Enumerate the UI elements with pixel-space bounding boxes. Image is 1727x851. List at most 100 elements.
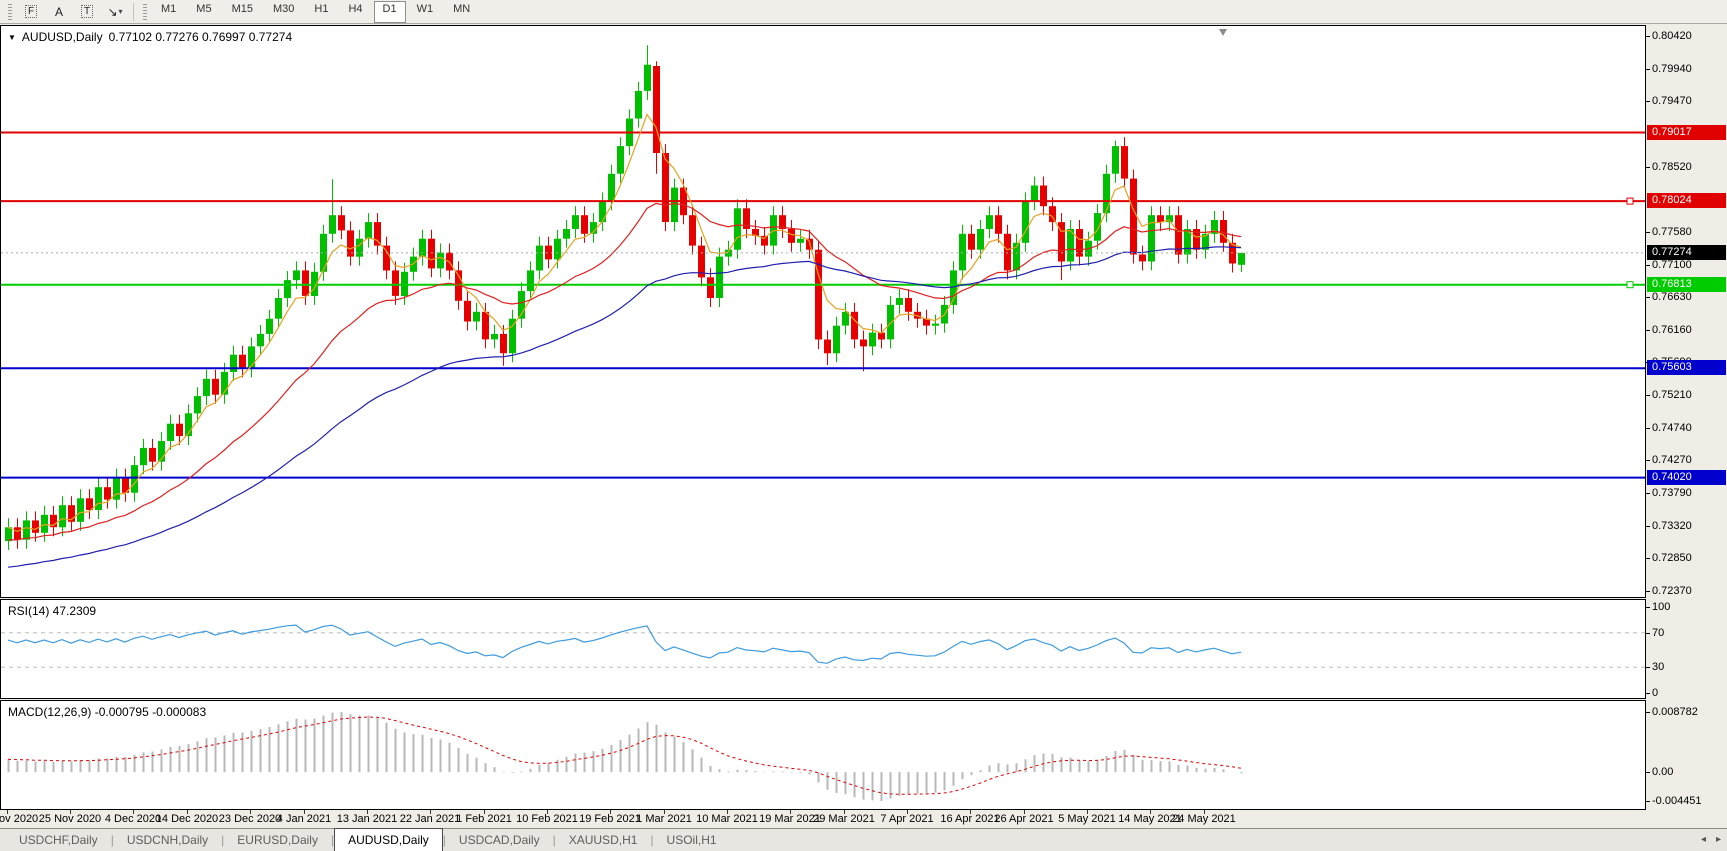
price-tick-mark — [1646, 558, 1650, 559]
rsi-tick-mark — [1646, 607, 1650, 608]
price-tick-label: 0.73320 — [1652, 520, 1692, 532]
rsi-indicator-pane[interactable]: RSI(14) 47.2309 — [0, 599, 1646, 699]
macd-tick-label: 0.00 — [1652, 766, 1674, 778]
chart-tab-usoil[interactable]: USOil,H1 — [654, 830, 730, 851]
price-tick-label: 0.72370 — [1652, 585, 1692, 597]
price-level-badge: 0.79017 — [1647, 125, 1726, 140]
timeframe-button-m5[interactable]: M5 — [187, 1, 220, 23]
chart-tab-eurusd[interactable]: EURUSD,Daily — [224, 830, 331, 851]
chart-menu-icon[interactable]: ▼ — [8, 33, 16, 42]
timeframe-button-h1[interactable]: H1 — [305, 1, 337, 23]
rsi-tick-label: 70 — [1652, 627, 1665, 639]
rsi-label: RSI(14) 47.2309 — [8, 604, 97, 618]
price-level-badge: 0.78024 — [1647, 193, 1726, 208]
price-tick-mark — [1646, 330, 1650, 331]
timeframe-button-h4[interactable]: H4 — [339, 1, 371, 23]
price-tick-mark — [1646, 101, 1650, 102]
moving-average-line — [7, 113, 1242, 533]
macd-tick-label: 0.008782 — [1652, 706, 1698, 718]
macd-tick-mark — [1646, 712, 1650, 713]
chart-tab-xauusd[interactable]: XAUUSD,H1 — [556, 830, 651, 851]
tab-scroll-right-icon[interactable]: ▸ — [1716, 834, 1721, 845]
text-annotation-button[interactable]: A — [45, 1, 73, 22]
chart-tab-audusd[interactable]: AUDUSD,Daily — [334, 828, 443, 851]
price-level-badge: 0.77274 — [1647, 245, 1726, 260]
macd-chart[interactable] — [1, 701, 1645, 809]
candles-layer — [5, 45, 1245, 550]
time-axis[interactable]: 16 Nov 202025 Nov 20204 Dec 202014 Dec 2… — [0, 810, 1727, 828]
line-handle — [1626, 281, 1634, 289]
rsi-tick-mark — [1646, 693, 1650, 694]
price-tick-label: 0.77580 — [1652, 226, 1692, 238]
chart-tab-usdcnh[interactable]: USDCNH,Daily — [114, 830, 221, 851]
timeframe-toolbar: M1 M5 M15 M30 H1 H4 D1 W1 MN — [152, 0, 479, 23]
arrow-objects-icon: ↘ — [107, 4, 118, 19]
moving-averages-layer — [7, 113, 1242, 568]
fibonacci-retracement-button[interactable]: F — [17, 1, 45, 22]
timeframe-button-mn[interactable]: MN — [444, 1, 479, 23]
price-tick-label: 0.77100 — [1652, 259, 1692, 271]
chart-title: ▼ AUDUSD,Daily 0.77102 0.77276 0.76997 0… — [8, 30, 292, 44]
tab-scroll-left-icon[interactable]: ◂ — [1701, 834, 1706, 845]
price-tick-label: 0.76630 — [1652, 291, 1692, 303]
macd-label: MACD(12,26,9) -0.000795 -0.000083 — [8, 705, 207, 719]
rsi-tick-mark — [1646, 667, 1650, 668]
price-tick-mark — [1646, 428, 1650, 429]
toolbar-separator — [133, 2, 134, 21]
macd-tick-mark — [1646, 801, 1650, 802]
fibonacci-retracement-icon: F — [24, 5, 38, 18]
price-tick-label: 0.78520 — [1652, 161, 1692, 173]
price-tick-label: 0.73790 — [1652, 487, 1692, 499]
timeframe-button-m15[interactable]: M15 — [223, 1, 262, 23]
macd-signal-line — [7, 716, 1242, 795]
timeframe-button-d1[interactable]: D1 — [373, 0, 406, 23]
price-tick-mark — [1646, 460, 1650, 461]
price-tick-mark — [1646, 493, 1650, 494]
chart-shift-marker-icon — [1219, 29, 1227, 36]
text-label-button[interactable]: T — [73, 1, 101, 22]
price-tick-label: 0.75210 — [1652, 389, 1692, 401]
price-level-badge: 0.76813 — [1647, 277, 1726, 292]
rsi-tick-label: 0 — [1652, 687, 1659, 699]
arrow-objects-button[interactable]: ↘ ▾ — [101, 1, 129, 22]
level-lines-layer — [1, 131, 1645, 479]
macd-indicator-pane[interactable]: MACD(12,26,9) -0.000795 -0.000083 — [0, 700, 1646, 810]
text-annotation-icon: A — [54, 4, 63, 19]
text-label-icon: T — [80, 5, 94, 18]
price-tick-mark — [1646, 591, 1650, 592]
macd-histogram-layer — [7, 712, 1243, 801]
price-tick-mark — [1646, 167, 1650, 168]
chart-tab-usdchf[interactable]: USDCHF,Daily — [6, 830, 111, 851]
rsi-tick-label: 30 — [1652, 661, 1665, 673]
trading-platform-window: { "toolbar": { "tools": [ {"name": "fibo… — [0, 0, 1727, 851]
moving-average-line — [7, 246, 1242, 568]
price-tick-mark — [1646, 265, 1650, 266]
rsi-tick-label: 100 — [1652, 601, 1671, 613]
price-tick-mark — [1646, 36, 1650, 37]
line-handle — [1626, 197, 1634, 205]
dropdown-caret-icon[interactable]: ▾ — [119, 7, 123, 16]
tab-scroll-buttons: ◂ ▸ — [1701, 834, 1721, 845]
price-tick-mark — [1646, 232, 1650, 233]
candlestick-chart[interactable] — [1, 26, 1645, 597]
macd-tick-mark — [1646, 772, 1650, 773]
price-chart-pane[interactable]: ▼ AUDUSD,Daily 0.77102 0.77276 0.76997 0… — [0, 25, 1646, 598]
price-axis[interactable]: 0.80420 0.79940 0.79470 0.78520 0.77580 0.771… — [1646, 25, 1727, 810]
chart-tab-usdcad[interactable]: USDCAD,Daily — [446, 830, 553, 851]
timeframe-button-m1[interactable]: M1 — [152, 1, 185, 23]
price-tick-mark — [1646, 526, 1650, 527]
date-label: 24 May 2021 — [1172, 813, 1236, 825]
price-tick-label: 0.79940 — [1652, 63, 1692, 75]
timeframe-button-w1[interactable]: W1 — [408, 1, 443, 23]
price-level-badge: 0.74020 — [1647, 470, 1726, 485]
rsi-tick-mark — [1646, 633, 1650, 634]
toolbar-grip[interactable] — [143, 3, 147, 20]
top-toolbar: F A T ↘ ▾ M1 M5 M15 M30 H1 H4 D1 W1 MN — [0, 0, 1727, 24]
toolbar-grip[interactable] — [8, 3, 12, 20]
rsi-chart[interactable] — [1, 600, 1645, 698]
chart-tab-bar: USDCHF,Daily | USDCNH,Daily | EURUSD,Daily | A… — [0, 828, 1727, 851]
rsi-line — [7, 624, 1242, 664]
price-tick-mark — [1646, 69, 1650, 70]
price-tick-mark — [1646, 395, 1650, 396]
timeframe-button-m30[interactable]: M30 — [264, 1, 303, 23]
